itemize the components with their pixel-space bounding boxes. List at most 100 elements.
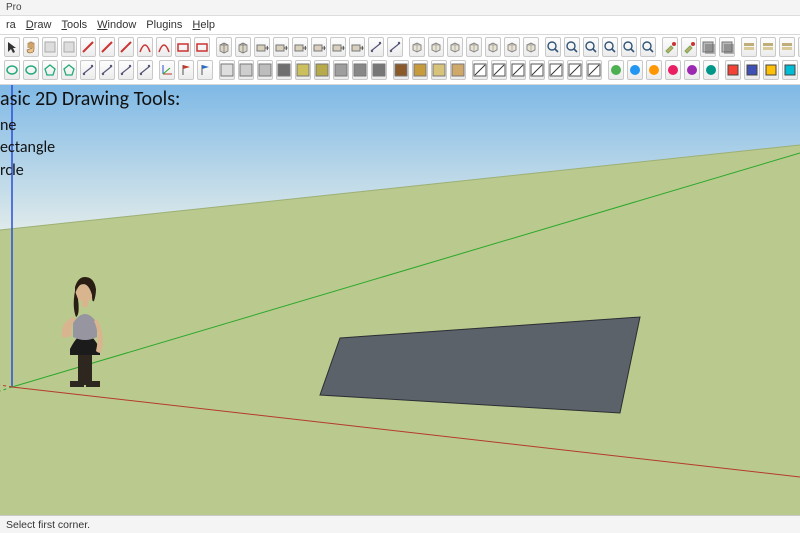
follow-icon[interactable] [273,37,289,57]
g2-icon[interactable] [627,60,643,80]
edge-4-icon[interactable] [529,60,545,80]
shade-6-icon[interactable] [314,60,330,80]
prev-view-icon[interactable] [621,37,637,57]
label-icon[interactable] [118,60,134,80]
rotate-icon[interactable] [311,37,327,57]
next-view-icon[interactable] [640,37,656,57]
c2-icon[interactable] [744,60,760,80]
dims-icon[interactable] [80,60,96,80]
text-icon[interactable] [99,60,115,80]
line-alt-icon[interactable] [118,37,134,57]
offset-icon[interactable] [292,37,308,57]
left-icon[interactable] [466,37,482,57]
star-icon[interactable] [61,60,77,80]
line-icon[interactable] [80,37,96,57]
zoom-ext-icon[interactable] [602,37,618,57]
protractor-icon[interactable] [387,37,403,57]
shade-8-icon[interactable] [352,60,368,80]
overlay-item-circle: rcle [0,160,55,182]
polygon-icon[interactable] [42,60,58,80]
callout-icon[interactable] [137,60,153,80]
pan-icon[interactable] [564,37,580,57]
g1-icon[interactable] [608,60,624,80]
shade-1-icon[interactable] [219,60,235,80]
ochre-icon[interactable] [412,60,428,80]
sample-icon[interactable] [681,37,697,57]
edge-3-icon[interactable] [510,60,526,80]
g3-icon[interactable] [646,60,662,80]
circle-icon[interactable] [4,60,20,80]
rect-rot-icon[interactable] [194,37,210,57]
right-icon[interactable] [485,37,501,57]
hand-icon[interactable] [23,37,39,57]
shade-3-icon[interactable] [257,60,273,80]
c4-icon[interactable] [782,60,798,80]
axes-icon[interactable] [159,60,175,80]
menu-window[interactable]: Window [97,19,136,31]
menu-help[interactable]: Help [192,19,215,31]
zoom-icon[interactable] [583,37,599,57]
bottom-icon[interactable] [523,37,539,57]
sand-icon[interactable] [431,60,447,80]
xray-icon[interactable] [700,37,716,57]
tan-icon[interactable] [450,60,466,80]
pointer-icon[interactable] [4,37,20,57]
shadow-icon[interactable] [719,37,735,57]
arc2-icon[interactable] [156,37,172,57]
arc-icon[interactable] [137,37,153,57]
shade-5-icon[interactable] [295,60,311,80]
orbit-icon[interactable] [545,37,561,57]
components-icon[interactable] [779,37,795,57]
red-flag-icon[interactable] [178,60,194,80]
rect-icon[interactable] [175,37,191,57]
overlay-item-rectangle: ectangle [0,137,55,159]
push-icon[interactable] [254,37,270,57]
paint-icon[interactable] [662,37,678,57]
g5-icon[interactable] [684,60,700,80]
cube-icon[interactable] [216,37,232,57]
menu-plugins[interactable]: Plugins [146,19,182,31]
edge-5-icon[interactable] [548,60,564,80]
top-icon[interactable] [504,37,520,57]
shade-7-icon[interactable] [333,60,349,80]
move-icon[interactable] [349,37,365,57]
product-label: Pro [6,2,22,13]
c1-icon[interactable] [725,60,741,80]
freehand-icon[interactable] [99,37,115,57]
scale-icon[interactable] [330,37,346,57]
shade-2-icon[interactable] [238,60,254,80]
toolbars [0,34,800,85]
menu-ra[interactable]: ra [6,19,16,31]
cursor-icon[interactable] [42,37,58,57]
cube-grp-icon[interactable] [235,37,251,57]
menu-tools[interactable]: Tools [61,19,87,31]
edge-1-icon[interactable] [472,60,488,80]
viewport[interactable]: asic 2D Drawing Tools: ne ectangle rcle [0,85,800,515]
blue-flag-icon[interactable] [197,60,213,80]
statusbar: Select first corner. [0,515,800,533]
back-icon[interactable] [447,37,463,57]
status-hint: Select first corner. [6,519,90,531]
iso-icon[interactable] [409,37,425,57]
scene-canvas[interactable] [0,85,800,515]
toolbar-row-2 [4,60,796,80]
brown-icon[interactable] [393,60,409,80]
menubar: ra Draw Tools Window Plugins Help [0,16,800,34]
g6-icon[interactable] [703,60,719,80]
g4-icon[interactable] [665,60,681,80]
edge-7-icon[interactable] [586,60,602,80]
c3-icon[interactable] [763,60,779,80]
front-icon[interactable] [428,37,444,57]
measure-icon[interactable] [368,37,384,57]
menu-draw[interactable]: Draw [26,19,52,31]
overlay-item-line: ne [0,115,55,137]
edge-6-icon[interactable] [567,60,583,80]
outliner-icon[interactable] [760,37,776,57]
overlay-list: ne ectangle rcle [0,115,55,182]
oval-icon[interactable] [23,60,39,80]
shade-9-icon[interactable] [371,60,387,80]
arrow-icon[interactable] [61,37,77,57]
edge-2-icon[interactable] [491,60,507,80]
layers-icon[interactable] [741,37,757,57]
shade-4-icon[interactable] [276,60,292,80]
